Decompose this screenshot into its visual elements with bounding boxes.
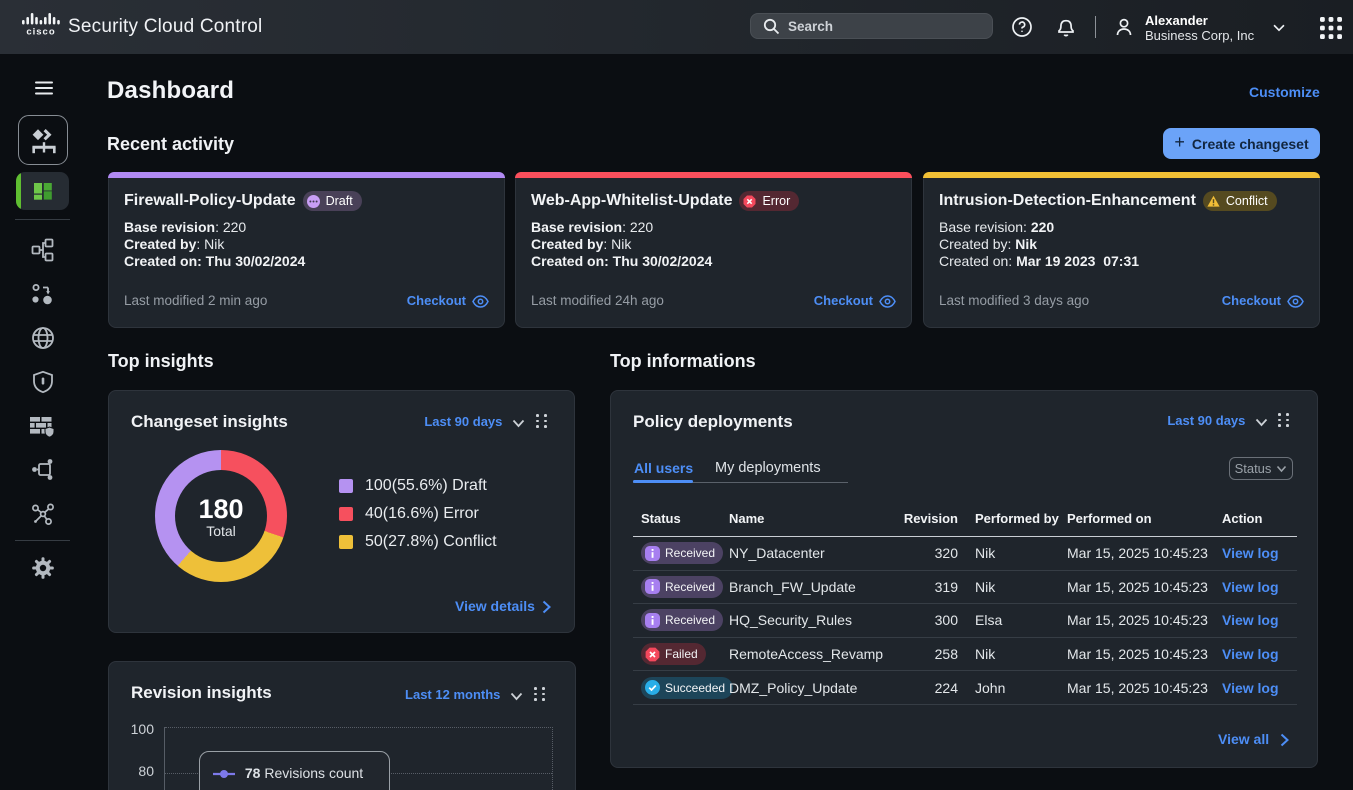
svg-text:cisco: cisco <box>26 27 55 38</box>
